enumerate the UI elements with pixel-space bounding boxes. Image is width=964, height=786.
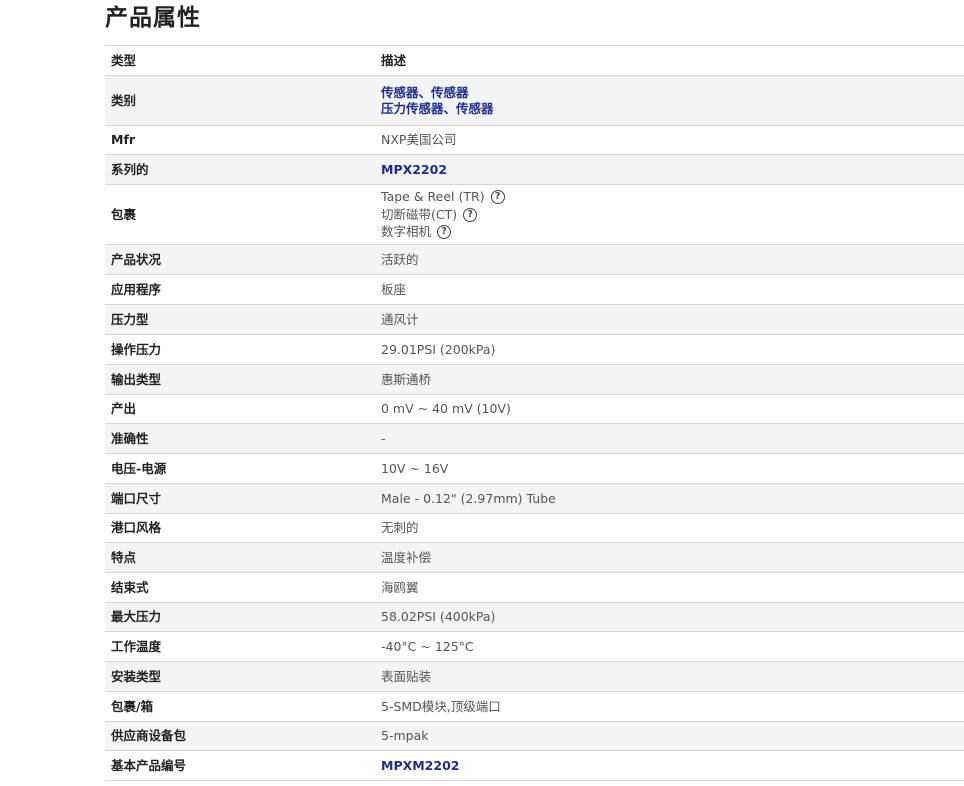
table-row: 应用程序 板座 [105, 275, 964, 305]
packaging-label: Tape & Reel (TR) [381, 189, 485, 205]
table-row-category: 类别 传感器、传感器 压力传感器、传感器 [105, 75, 964, 126]
row-value: 表面贴装 [381, 668, 432, 684]
series-link[interactable]: MPX2202 [381, 162, 447, 177]
header-type: 类型 [111, 52, 137, 68]
row-value: 5-mpak [381, 728, 429, 743]
packaging-label: 数字相机 [381, 224, 432, 240]
table-header-row: 类型 描述 [105, 46, 964, 76]
row-label: 包裹/箱 [111, 698, 154, 714]
row-value: 活跃的 [381, 251, 419, 267]
row-label: 基本产品编号 [111, 757, 187, 773]
row-value: 10V ~ 16V [381, 460, 449, 476]
row-label: 结束式 [111, 579, 149, 595]
row-label: 端口尺寸 [111, 490, 162, 506]
header-description: 描述 [381, 52, 407, 68]
row-label: 港口风格 [111, 520, 162, 535]
table-row: 最大压力 58.02PSI (400kPa) [105, 602, 964, 632]
table-row: 特点 温度补偿 [105, 542, 964, 573]
row-value: 板座 [381, 281, 407, 297]
row-value: - [381, 430, 386, 446]
row-value: NXP美国公司 [381, 132, 457, 147]
row-value: 58.02PSI (400kPa) [381, 609, 496, 624]
section-title: 产品属性 [105, 5, 201, 31]
table-row-packaging: 包裹 Tape & Reel (TR)? 切断磁带(CT)? 数字相机? [105, 185, 964, 245]
table-row: 包裹/箱 5-SMD模块,顶级端口 [105, 692, 964, 722]
row-label: 产出 [111, 401, 137, 416]
table-row: 输出类型 惠斯通桥 [105, 364, 964, 395]
row-label: 包裹 [111, 206, 137, 222]
row-value: 5-SMD模块,顶级端口 [381, 698, 501, 714]
row-label: 电压-电源 [111, 460, 167, 476]
table-row: 操作压力 29.01PSI (200kPa) [105, 335, 964, 365]
table-row: 产品状况 活跃的 [105, 244, 964, 275]
table-row: 工作温度 -40°C ~ 125°C [105, 632, 964, 662]
packaging-option: 数字相机? [381, 223, 958, 241]
row-label: 类别 [111, 92, 137, 108]
row-value: MPX2202 [375, 155, 964, 185]
row-label: 安装类型 [111, 668, 162, 684]
row-label: 应用程序 [111, 281, 162, 297]
row-label: 系列的 [111, 161, 149, 177]
table-row-mfr: Mfr NXP美国公司 [105, 126, 964, 155]
row-value: Tape & Reel (TR)? 切断磁带(CT)? 数字相机? [375, 185, 964, 245]
row-label: 压力型 [111, 311, 149, 327]
packaging-option: 切断磁带(CT)? [381, 206, 958, 224]
question-circle-icon[interactable]: ? [463, 207, 478, 222]
row-label: 操作压力 [111, 341, 162, 357]
row-label: 供应商设备包 [111, 728, 187, 743]
row-value: 0 mV ~ 40 mV (10V) [381, 401, 511, 416]
row-label: 最大压力 [111, 609, 162, 624]
table-row-series: 系列的 MPX2202 [105, 154, 964, 185]
category-link-2[interactable]: 压力传感器、传感器 [381, 101, 494, 116]
question-circle-icon[interactable]: ? [437, 225, 452, 239]
row-value: 传感器、传感器 压力传感器、传感器 [375, 76, 964, 126]
packaging-label: 切断磁带(CT) [381, 206, 458, 222]
table-row-base-product-number: 基本产品编号 MPXM2202 [105, 751, 964, 781]
row-value: 通风计 [381, 311, 419, 327]
product-attributes-section: 产品属性 类型 描述 类别 传感器、传感器 压力传感器、传感器 Mfr NXP美… [105, 0, 964, 781]
packaging-option: Tape & Reel (TR)? [381, 188, 958, 206]
row-value: 惠斯通桥 [381, 371, 432, 387]
row-value: Male - 0.12" (2.97mm) Tube [381, 490, 556, 506]
row-label: 准确性 [111, 430, 149, 446]
question-circle-icon[interactable]: ? [490, 190, 505, 204]
row-label: Mfr [111, 132, 136, 147]
table-row: 端口尺寸 Male - 0.12" (2.97mm) Tube [105, 483, 964, 514]
attributes-table: 类型 描述 类别 传感器、传感器 压力传感器、传感器 Mfr NXP美国公司 系… [105, 45, 964, 781]
row-value: -40°C ~ 125°C [381, 638, 474, 654]
table-row: 准确性 - [105, 423, 964, 454]
table-row: 安装类型 表面贴装 [105, 661, 964, 692]
base-product-link[interactable]: MPXM2202 [381, 758, 459, 773]
row-value: MPXM2202 [375, 751, 964, 781]
table-row: 压力型 通风计 [105, 304, 964, 335]
row-value: 海鸥翼 [381, 579, 419, 595]
table-row: 供应商设备包 5-mpak [105, 721, 964, 751]
table-row: 产出 0 mV ~ 40 mV (10V) [105, 395, 964, 424]
row-value: 29.01PSI (200kPa) [381, 341, 496, 357]
category-link-1[interactable]: 传感器、传感器 [381, 85, 469, 100]
table-row: 结束式 海鸥翼 [105, 573, 964, 603]
row-label: 产品状况 [111, 251, 162, 267]
table-row: 港口风格 无刺的 [105, 514, 964, 543]
table-row: 电压-电源 10V ~ 16V [105, 454, 964, 484]
row-label: 工作温度 [111, 638, 162, 654]
row-label: 特点 [111, 549, 137, 565]
row-label: 输出类型 [111, 371, 162, 387]
row-value: 温度补偿 [381, 549, 432, 565]
row-value: 无刺的 [381, 520, 419, 535]
